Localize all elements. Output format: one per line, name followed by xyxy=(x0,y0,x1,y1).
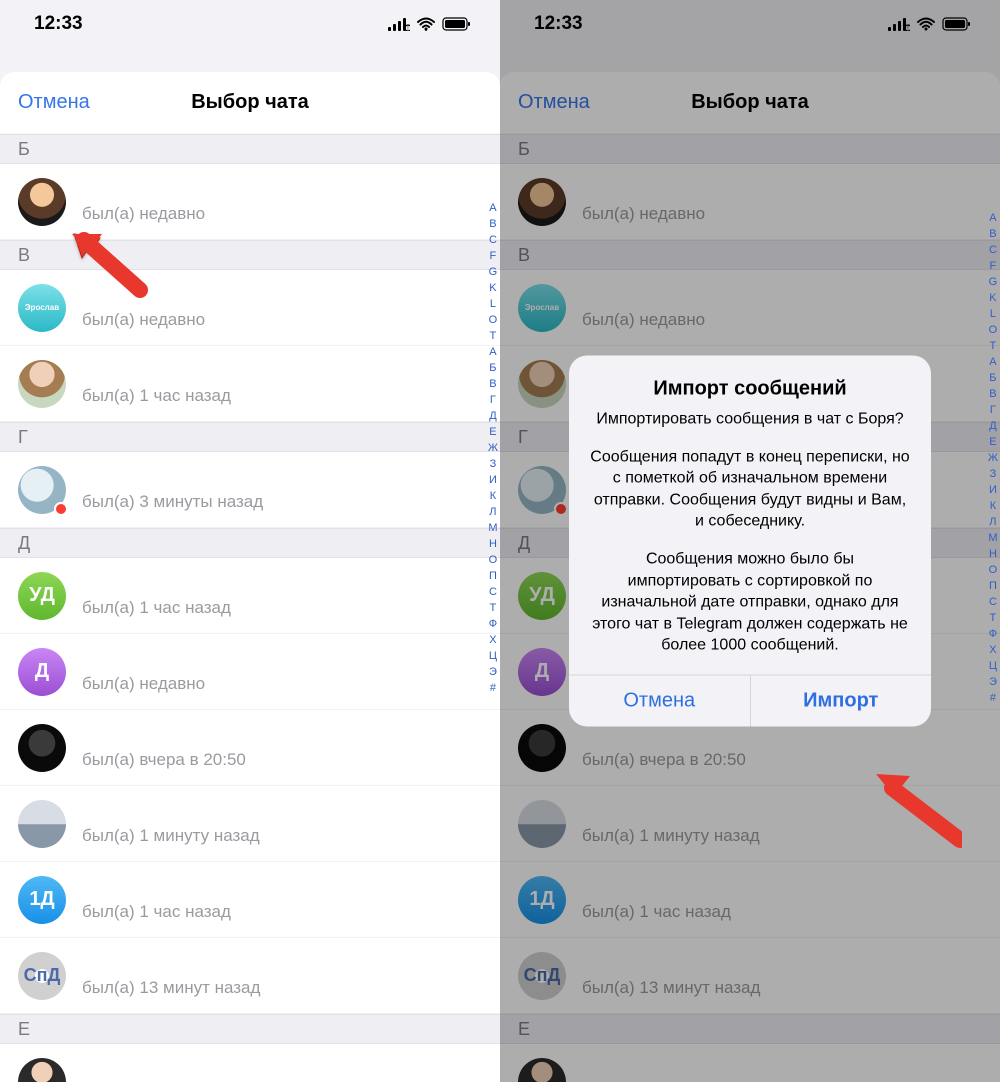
list-item[interactable]: был(а) недавно xyxy=(0,164,500,240)
dialog-import-button[interactable]: Импорт xyxy=(750,675,932,726)
contact-name xyxy=(82,574,482,596)
section-header-d: Д xyxy=(0,528,500,558)
contact-status: был(а) недавно xyxy=(82,674,482,694)
section-header-b: Б xyxy=(0,134,500,164)
contact-name xyxy=(82,468,482,490)
section-header-e: Е xyxy=(0,1014,500,1044)
import-dialog: Импорт сообщений Импортировать сообщения… xyxy=(569,356,931,727)
contact-name xyxy=(82,954,482,976)
avatar xyxy=(18,178,66,226)
avatar xyxy=(18,360,66,408)
contact-status: был(а) 13 минут назад xyxy=(82,978,482,998)
arrow-annotation-icon xyxy=(872,770,962,850)
avatar: Д xyxy=(18,648,66,696)
arrow-annotation-icon xyxy=(70,232,150,302)
contact-name xyxy=(82,180,482,202)
screen-left: 12:33 ! Отмена Выбор чата Б был(а) недав… xyxy=(0,0,500,1082)
contact-status: был(а) 3 минуты назад xyxy=(82,492,482,512)
index-bar[interactable]: ABCFGKLOTАБВГДЕЖЗИКЛМНОПСТФХЦЭ# xyxy=(488,200,498,696)
contact-status: был(а) 1 час назад xyxy=(82,598,482,618)
contact-name xyxy=(82,1060,482,1082)
contact-name xyxy=(82,726,482,748)
wifi-icon xyxy=(416,17,436,31)
contact-name xyxy=(82,802,482,824)
index-bar[interactable]: ABCFGKLOTАБВГДЕЖЗИКЛМНОПСТФХЦЭ# xyxy=(988,210,998,706)
contact-status: был(а) недавно xyxy=(82,310,482,330)
list-item[interactable]: Д был(а) недавно xyxy=(0,634,500,710)
avatar: Эрослав xyxy=(18,284,66,332)
avatar xyxy=(18,466,66,514)
contact-status: был(а) 1 час назад xyxy=(82,386,482,406)
section-header-g: Г xyxy=(0,422,500,452)
dialog-text: Импортировать сообщения в чат с Боря? Со… xyxy=(589,409,911,657)
avatar xyxy=(18,800,66,848)
list-item[interactable]: был(а) 1 час назад xyxy=(0,346,500,422)
screen-right: 12:33 ! Отмена Выбор чата Б был(а) недав… xyxy=(500,0,1000,1082)
avatar: 1Д xyxy=(18,876,66,924)
status-time: 12:33 xyxy=(34,13,83,35)
nav-bar: Отмена Выбор чата xyxy=(0,72,500,134)
contact-status: был(а) 1 минуту назад xyxy=(82,826,482,846)
contact-name xyxy=(82,878,482,900)
status-icons: ! xyxy=(388,17,472,31)
contact-status: был(а) недавно xyxy=(82,204,482,224)
sheet: Отмена Выбор чата Б был(а) недавно В Эро… xyxy=(0,72,500,1082)
avatar: СпД xyxy=(18,952,66,1000)
avatar xyxy=(18,1058,66,1082)
dialog-cancel-button[interactable]: Отмена xyxy=(569,675,750,726)
avatar xyxy=(18,724,66,772)
status-bar: 12:33 ! xyxy=(0,0,500,48)
list-item[interactable]: был(а) вчера в 20:50 xyxy=(0,710,500,786)
list-item[interactable]: УД был(а) 1 час назад xyxy=(0,558,500,634)
cancel-button[interactable]: Отмена xyxy=(18,91,90,114)
contact-name xyxy=(82,362,482,384)
list-item[interactable]: СпД был(а) 13 минут назад xyxy=(0,938,500,1014)
list-item[interactable]: был(а) 3 минуты назад xyxy=(0,452,500,528)
cellular-icon: ! xyxy=(388,17,410,31)
contact-name xyxy=(82,650,482,672)
avatar: УД xyxy=(18,572,66,620)
contact-status: был(а) 1 час назад xyxy=(82,902,482,922)
list-item[interactable]: был(а) 1 минуту назад xyxy=(0,786,500,862)
dialog-title: Импорт сообщений xyxy=(589,378,911,401)
battery-icon xyxy=(442,17,472,31)
status-badge xyxy=(54,502,68,516)
list-item[interactable]: 1Д был(а) 1 час назад xyxy=(0,862,500,938)
list-item[interactable]: был(а) 3 минуты назад xyxy=(0,1044,500,1082)
contact-status: был(а) вчера в 20:50 xyxy=(82,750,482,770)
